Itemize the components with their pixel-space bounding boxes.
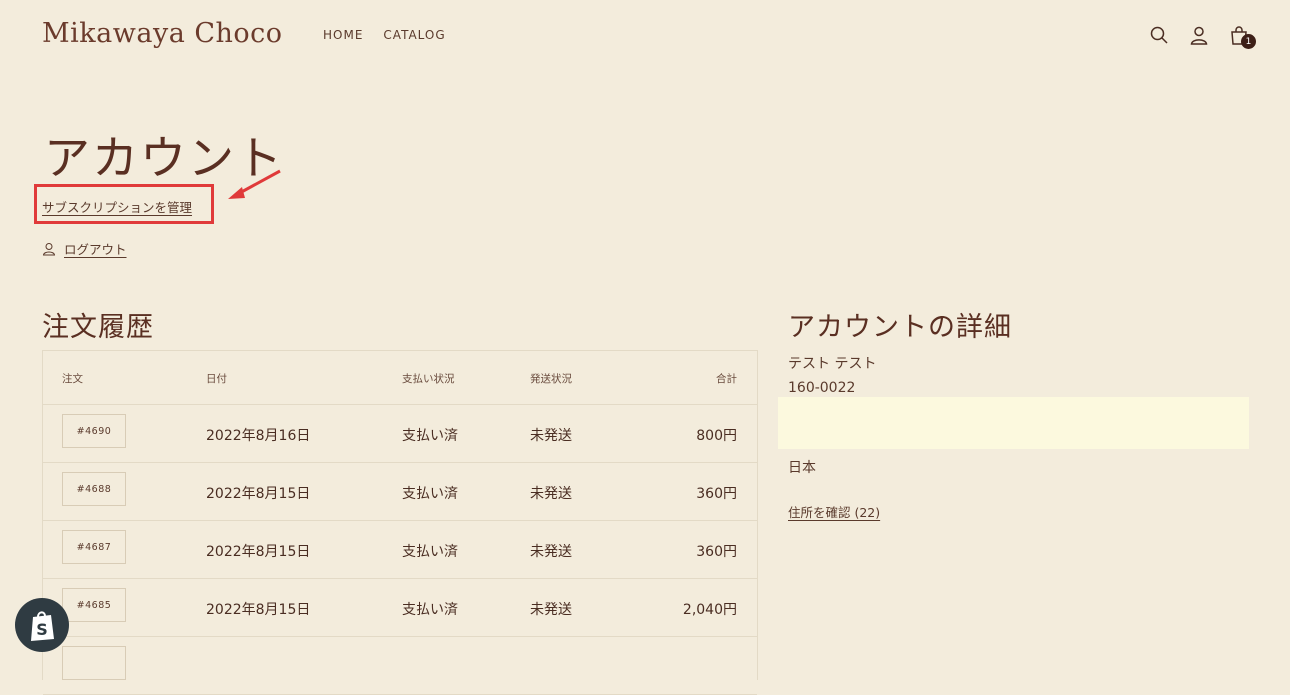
order-number-button[interactable]: #4690 <box>62 414 126 448</box>
svg-text:S: S <box>36 620 48 639</box>
order-total: 2,040円 <box>682 602 737 618</box>
customer-name: テスト テスト <box>788 356 877 372</box>
shopify-bag-icon[interactable]: S <box>15 598 69 652</box>
logout-link[interactable]: ログアウト <box>42 239 127 258</box>
account-icon[interactable] <box>1188 24 1210 46</box>
annotation-arrow <box>228 169 281 199</box>
payment-status: 支払い済 <box>402 486 458 502</box>
order-total: 800円 <box>696 428 737 444</box>
order-number-button[interactable]: #4685 <box>62 588 126 622</box>
fulfillment-status: 未発送 <box>530 544 572 560</box>
order-date: 2022年8月15日 <box>206 544 311 560</box>
payment-status: 支払い済 <box>402 602 458 618</box>
col-payment: 支払い状況 <box>402 373 455 385</box>
table-row: #4687 2022年8月15日 支払い済 未発送 360円 <box>43 521 757 579</box>
order-date: 2022年8月15日 <box>206 486 311 502</box>
store-logo[interactable]: Mikawaya Choco <box>42 18 283 49</box>
table-header-row: 注文 日付 支払い状況 発送状況 合計 <box>43 351 757 405</box>
cart-count-badge: 1 <box>1241 34 1256 49</box>
order-number-button[interactable]: #4687 <box>62 530 126 564</box>
fulfillment-status: 未発送 <box>530 428 572 444</box>
nav-home[interactable]: HOME <box>323 28 363 42</box>
manage-subscriptions-link[interactable]: サブスクリプションを管理 <box>42 197 192 216</box>
table-row: #4690 2022年8月16日 支払い済 未発送 800円 <box>43 405 757 463</box>
order-number-button[interactable]: #4688 <box>62 472 126 506</box>
search-icon[interactable] <box>1148 24 1170 46</box>
redacted-address <box>778 397 1249 449</box>
order-total: 360円 <box>696 544 737 560</box>
payment-status: 支払い済 <box>402 428 458 444</box>
table-row-partial <box>43 637 757 695</box>
order-date: 2022年8月16日 <box>206 428 311 444</box>
table-row: #4685 2022年8月15日 支払い済 未発送 2,040円 <box>43 579 757 637</box>
col-fulfillment: 発送状況 <box>530 373 572 385</box>
user-icon <box>42 242 56 255</box>
account-details-title: アカウントの詳細 <box>788 312 1012 343</box>
cart-icon[interactable]: 1 <box>1228 24 1256 49</box>
logout-label: ログアウト <box>64 242 127 257</box>
order-total: 360円 <box>696 486 737 502</box>
view-addresses-link[interactable]: 住所を確認 (22) <box>788 502 880 521</box>
nav-catalog[interactable]: CATALOG <box>383 28 445 42</box>
order-date: 2022年8月15日 <box>206 602 311 618</box>
col-total: 合計 <box>716 373 737 385</box>
fulfillment-status: 未発送 <box>530 486 572 502</box>
order-history-title: 注文履歴 <box>42 312 154 343</box>
col-order: 注文 <box>62 373 83 385</box>
table-row: #4688 2022年8月15日 支払い済 未発送 360円 <box>43 463 757 521</box>
postal-code: 160-0022 <box>788 380 856 396</box>
main-nav: HOME CATALOG <box>323 28 446 42</box>
orders-table: 注文 日付 支払い状況 発送状況 合計 #4690 2022年8月16日 支払い… <box>42 350 758 695</box>
country: 日本 <box>788 460 816 476</box>
payment-status: 支払い済 <box>402 544 458 560</box>
col-date: 日付 <box>206 373 227 385</box>
order-number-button[interactable] <box>62 646 126 680</box>
site-header: Mikawaya Choco HOME CATALOG 1 <box>0 0 1290 72</box>
fulfillment-status: 未発送 <box>530 602 572 618</box>
